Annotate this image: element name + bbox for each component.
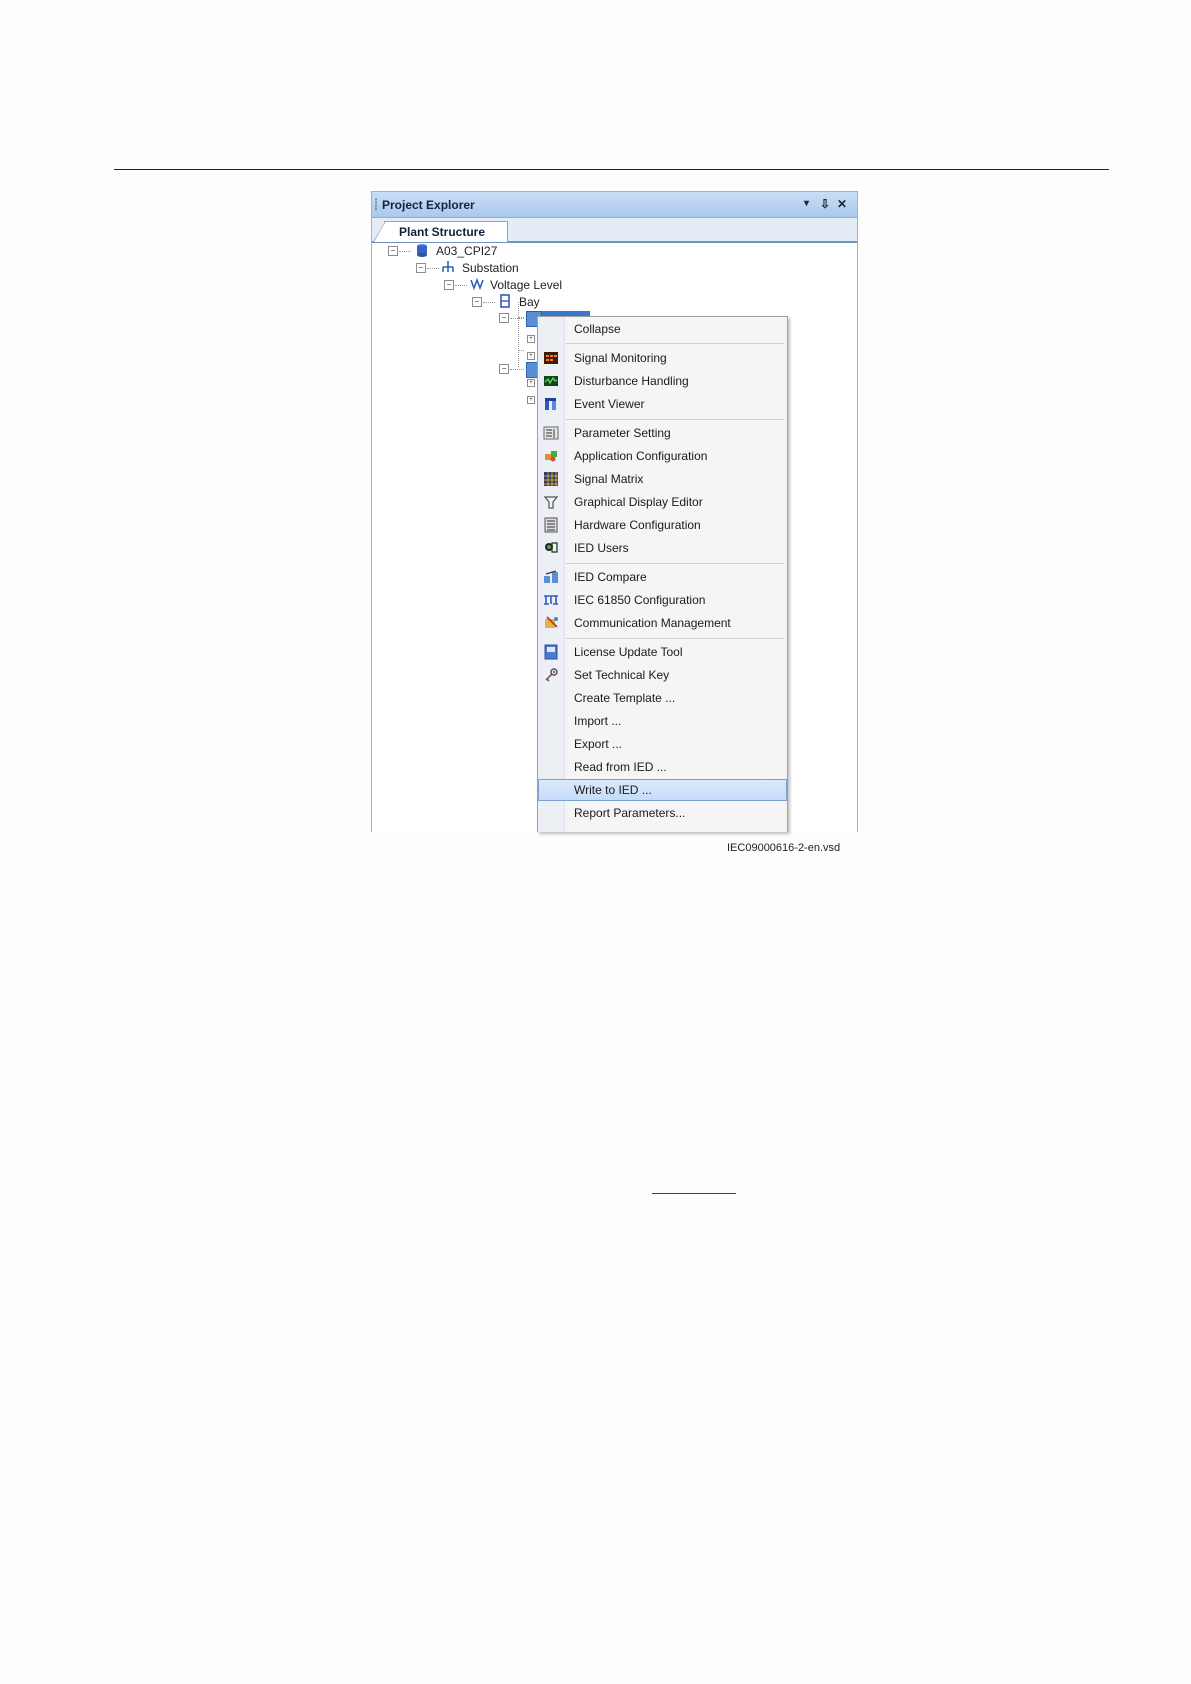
tab-plant-structure[interactable]: Plant Structure bbox=[373, 221, 508, 242]
close-icon[interactable]: ✕ bbox=[837, 195, 847, 213]
menu-item-label: Set Technical Key bbox=[574, 668, 670, 682]
menu-item-ied-users[interactable]: IED Users bbox=[538, 537, 787, 559]
tree-connector bbox=[399, 251, 411, 253]
menu-item-label: Parameter Setting bbox=[574, 426, 671, 440]
tree-connector bbox=[427, 268, 439, 270]
menu-item-label: Report Parameters... bbox=[574, 806, 686, 820]
database-icon bbox=[417, 244, 427, 257]
menu-item-ied-compare[interactable]: IED Compare bbox=[538, 566, 787, 588]
menu-item-label: IEC 61850 Configuration bbox=[574, 593, 706, 607]
menu-item-label: Create Template ... bbox=[574, 691, 676, 705]
expand-toggle[interactable]: + bbox=[527, 396, 535, 404]
menu-item-signal-matrix[interactable]: Signal Matrix bbox=[538, 468, 787, 490]
tab-strip: Plant Structure bbox=[372, 218, 857, 243]
menu-item-label: Export ... bbox=[574, 737, 623, 751]
menu-item-label: Signal Matrix bbox=[574, 472, 644, 486]
signal-monitoring-icon bbox=[544, 352, 558, 364]
menu-item-communication-management[interactable]: Communication Management bbox=[538, 612, 787, 634]
hardware-configuration-icon bbox=[544, 517, 558, 533]
menu-item-write-to-ied[interactable]: Write to IED ... bbox=[538, 779, 787, 801]
license-update-tool-icon bbox=[544, 644, 558, 660]
expand-toggle[interactable]: + bbox=[527, 379, 535, 387]
application-configuration-icon bbox=[545, 451, 557, 462]
menu-item-parameter-setting[interactable]: Parameter Setting bbox=[538, 422, 787, 444]
menu-item-label: Application Configuration bbox=[574, 449, 708, 463]
bay-icon bbox=[500, 294, 510, 308]
menu-item-label: Disturbance Handling bbox=[574, 374, 689, 388]
signal-matrix-icon bbox=[544, 472, 558, 486]
page-header-rule bbox=[114, 169, 1109, 170]
grip-icon[interactable] bbox=[375, 198, 377, 211]
ied-users-icon bbox=[545, 542, 558, 553]
menu-separator bbox=[566, 343, 784, 344]
iec61850-configuration-icon bbox=[544, 595, 558, 605]
ied-compare-icon bbox=[544, 570, 558, 583]
collapse-toggle[interactable]: − bbox=[444, 280, 454, 290]
menu-separator bbox=[566, 563, 784, 564]
panel-titlebar[interactable]: Project Explorer ▾ ⇩ ✕ bbox=[372, 192, 857, 218]
pin-icon[interactable]: ⇩ bbox=[820, 195, 830, 213]
menu-item-label: IED Users bbox=[574, 541, 629, 555]
menu-item-graphical-display-editor[interactable]: Graphical Display Editor bbox=[538, 491, 787, 513]
menu-item-set-technical-key[interactable]: Set Technical Key bbox=[538, 664, 787, 686]
menu-item-create-template[interactable]: Create Template ... bbox=[538, 687, 787, 709]
menu-item-label: Communication Management bbox=[574, 616, 731, 630]
menu-item-event-viewer[interactable]: Event Viewer bbox=[538, 393, 787, 415]
tab-label: Plant Structure bbox=[399, 225, 486, 239]
menu-item-label: Graphical Display Editor bbox=[574, 495, 703, 509]
menu-item-label: License Update Tool bbox=[574, 645, 683, 659]
graphical-display-editor-icon bbox=[543, 496, 559, 509]
voltage-level-icon bbox=[470, 277, 484, 291]
menu-item-label: Signal Monitoring bbox=[574, 351, 667, 365]
parameter-setting-icon bbox=[543, 426, 559, 440]
tree-connector bbox=[483, 302, 495, 304]
substation-icon bbox=[442, 261, 454, 272]
menu-item-report-parameters[interactable]: Report Parameters... bbox=[538, 802, 787, 824]
menu-item-signal-monitoring[interactable]: Signal Monitoring bbox=[538, 347, 787, 369]
collapse-toggle[interactable]: − bbox=[388, 246, 398, 256]
menu-item-disturbance-handling[interactable]: Disturbance Handling bbox=[538, 370, 787, 392]
tree-connector bbox=[510, 318, 524, 320]
tree-node-voltage-level[interactable]: Voltage Level bbox=[490, 277, 562, 293]
panel-title: Project Explorer bbox=[382, 198, 475, 212]
technical-key-icon bbox=[545, 668, 558, 682]
collapse-toggle[interactable]: − bbox=[499, 313, 509, 323]
collapse-toggle[interactable]: − bbox=[472, 297, 482, 307]
dropdown-arrow-icon[interactable]: ▾ bbox=[804, 195, 809, 213]
expand-toggle[interactable]: + bbox=[527, 335, 535, 343]
context-menu: Collapse Signal Monitoring Disturbance H… bbox=[537, 316, 788, 832]
menu-item-read-from-ied[interactable]: Read from IED ... bbox=[538, 756, 787, 778]
tree-node-project[interactable]: A03_CPI27 bbox=[436, 243, 497, 259]
communication-management-icon bbox=[545, 616, 558, 628]
menu-item-license-update-tool[interactable]: License Update Tool bbox=[538, 641, 787, 663]
collapse-toggle[interactable]: − bbox=[416, 263, 426, 273]
tree-node-substation[interactable]: Substation bbox=[462, 260, 519, 276]
disturbance-handling-icon bbox=[544, 376, 558, 386]
menu-item-export[interactable]: Export ... bbox=[538, 733, 787, 755]
menu-item-collapse[interactable]: Collapse bbox=[538, 318, 787, 340]
menu-item-label: Import ... bbox=[574, 714, 622, 728]
menu-item-hardware-configuration[interactable]: Hardware Configuration bbox=[538, 514, 787, 536]
menu-item-label: Read from IED ... bbox=[574, 760, 667, 774]
tree-connector bbox=[518, 350, 524, 352]
menu-item-import[interactable]: Import ... bbox=[538, 710, 787, 732]
menu-item-label: Collapse bbox=[574, 322, 621, 336]
figure-caption: IEC09000616-2-en.vsd bbox=[727, 842, 841, 854]
expand-toggle[interactable]: + bbox=[527, 352, 535, 360]
menu-item-application-configuration[interactable]: Application Configuration bbox=[538, 445, 787, 467]
tree-connector bbox=[455, 285, 467, 287]
hyperlink-underline[interactable] bbox=[652, 1193, 736, 1194]
tree-node-bay[interactable]: Bay bbox=[519, 294, 540, 310]
tree-connector bbox=[518, 302, 520, 367]
menu-item-iec61850-configuration[interactable]: IEC 61850 Configuration bbox=[538, 589, 787, 611]
collapse-toggle[interactable]: − bbox=[499, 364, 509, 374]
tree-connector bbox=[510, 369, 524, 371]
menu-item-label: Event Viewer bbox=[574, 397, 645, 411]
event-viewer-icon bbox=[545, 398, 556, 410]
menu-item-label: Write to IED ... bbox=[574, 783, 652, 797]
menu-separator bbox=[566, 638, 784, 639]
menu-item-label: Hardware Configuration bbox=[574, 518, 701, 532]
menu-separator bbox=[566, 419, 784, 420]
menu-item-label: IED Compare bbox=[574, 570, 647, 584]
